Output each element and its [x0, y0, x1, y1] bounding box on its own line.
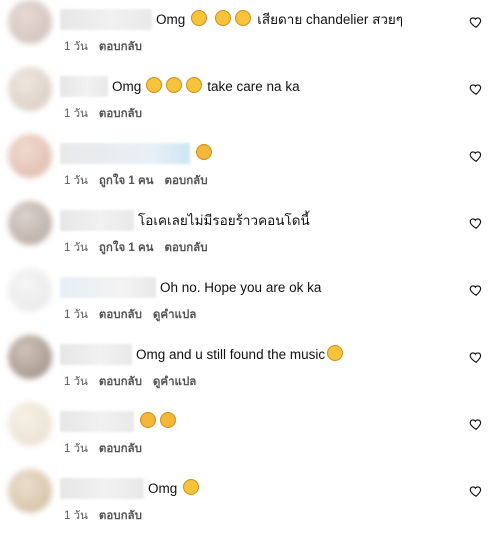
timestamp: 1 วัน [64, 443, 88, 455]
scream-emoji [215, 10, 232, 26]
heart-icon[interactable] [469, 484, 483, 498]
comment-meta: 1 วัน ตอบกลับ [64, 507, 142, 525]
avatar[interactable] [8, 0, 52, 44]
comment-line [60, 142, 214, 164]
username-blurred[interactable] [60, 410, 134, 432]
comment-meta: 1 วัน ตอบกลับ [64, 38, 142, 56]
likes-count[interactable]: ถูกใจ 1 คน [99, 172, 154, 190]
comment-text: Omg and u still found the music [136, 346, 326, 362]
comment-item-3: 1 วัน ถูกใจ 1 คน ตอบกลับ [0, 134, 491, 201]
heart-icon[interactable] [469, 15, 483, 29]
scream-emoji [235, 10, 252, 26]
heart-icon[interactable] [469, 283, 483, 297]
sad-emoji [160, 412, 176, 428]
reply-button[interactable]: ตอบกลับ [99, 38, 142, 56]
timestamp: 1 วัน [64, 41, 88, 53]
username-blurred[interactable] [60, 8, 152, 30]
shocked-emoji [183, 479, 200, 495]
heart-icon[interactable] [469, 350, 483, 364]
comment-item-6: Omg and u still found the music 1 วัน ตอ… [0, 335, 491, 402]
timestamp: 1 วัน [64, 510, 88, 522]
comment-item-1: Omg เสียดาย chandelier สวยๆ 1 วัน ตอบกลั… [0, 0, 491, 67]
timestamp: 1 วัน [64, 242, 88, 254]
comment-line: Omg [60, 477, 201, 499]
comment-meta: 1 วัน ถูกใจ 1 คน ตอบกลับ [64, 239, 208, 257]
comment-line [60, 410, 178, 432]
avatar[interactable] [8, 134, 52, 178]
reply-button[interactable]: ตอบกลับ [99, 507, 142, 525]
timestamp: 1 วัน [64, 309, 88, 321]
username-blurred[interactable] [60, 276, 156, 298]
translate-button[interactable]: ดูคำแปล [153, 373, 196, 391]
sad-emoji [140, 412, 156, 428]
avatar[interactable] [8, 402, 52, 446]
reply-button[interactable]: ตอบกลับ [99, 105, 142, 123]
avatar[interactable] [8, 335, 52, 379]
username-blurred[interactable] [60, 75, 108, 97]
comment-item-8: Omg 1 วัน ตอบกลับ [0, 469, 491, 536]
comment-item-5: Oh no. Hope you are ok ka 1 วัน ตอบกลับ … [0, 268, 491, 335]
grin-sweat-emoji [327, 345, 344, 361]
comment-text: Omg [112, 78, 142, 94]
comment-line: โอเคเลยไม่มีรอยร้าวคอนโดนี้ [60, 209, 310, 231]
heart-icon[interactable] [469, 417, 483, 431]
comment-meta: 1 วัน ถูกใจ 1 คน ตอบกลับ [64, 172, 208, 190]
scream-emoji [146, 77, 163, 93]
comment-item-2: Omg take care na ka 1 วัน ตอบกลับ [0, 67, 491, 134]
reply-button[interactable]: ตอบกลับ [99, 440, 142, 458]
timestamp: 1 วัน [64, 108, 88, 120]
comment-text: Oh no. Hope you are ok ka [160, 279, 322, 295]
username-blurred[interactable] [60, 209, 134, 231]
likes-count[interactable]: ถูกใจ 1 คน [99, 239, 154, 257]
comment-text-after: take care na ka [207, 78, 300, 94]
comment-text: โอเคเลยไม่มีรอยร้าวคอนโดนี้ [138, 213, 310, 228]
username-blurred[interactable] [60, 477, 144, 499]
heart-icon[interactable] [469, 216, 483, 230]
comment-item-7: 1 วัน ตอบกลับ [0, 402, 491, 469]
reply-button[interactable]: ตอบกลับ [165, 172, 208, 190]
avatar[interactable] [8, 201, 52, 245]
avatar[interactable] [8, 469, 52, 513]
reply-button[interactable]: ตอบกลับ [99, 373, 142, 391]
comment-text: Omg [156, 11, 186, 27]
comments-list: Omg เสียดาย chandelier สวยๆ 1 วัน ตอบกลั… [0, 0, 491, 534]
comment-text: Omg [148, 480, 178, 496]
timestamp: 1 วัน [64, 175, 88, 187]
comment-text-after: เสียดาย chandelier สวยๆ [257, 12, 404, 27]
scream-emoji [186, 77, 203, 93]
heart-icon[interactable] [469, 149, 483, 163]
comment-meta: 1 วัน ตอบกลับ [64, 105, 142, 123]
sad-emoji [196, 144, 212, 160]
translate-button[interactable]: ดูคำแปล [153, 306, 196, 324]
comment-item-4: โอเคเลยไม่มีรอยร้าวคอนโดนี้ 1 วัน ถูกใจ … [0, 201, 491, 268]
username-blurred[interactable] [60, 142, 190, 164]
timestamp: 1 วัน [64, 376, 88, 388]
username-blurred[interactable] [60, 343, 132, 365]
reply-button[interactable]: ตอบกลับ [99, 306, 142, 324]
comment-line: Omg and u still found the music [60, 343, 345, 365]
scream-emoji [166, 77, 183, 93]
comment-line: Omg take care na ka [60, 75, 300, 97]
comment-line: Omg เสียดาย chandelier สวยๆ [60, 8, 403, 30]
comment-meta: 1 วัน ตอบกลับ ดูคำแปล [64, 373, 196, 391]
reply-button[interactable]: ตอบกลับ [165, 239, 208, 257]
avatar[interactable] [8, 268, 52, 312]
scream-emoji [191, 10, 208, 26]
heart-icon[interactable] [469, 82, 483, 96]
comment-meta: 1 วัน ตอบกลับ [64, 440, 142, 458]
avatar[interactable] [8, 67, 52, 111]
comment-line: Oh no. Hope you are ok ka [60, 276, 321, 298]
comment-meta: 1 วัน ตอบกลับ ดูคำแปล [64, 306, 196, 324]
